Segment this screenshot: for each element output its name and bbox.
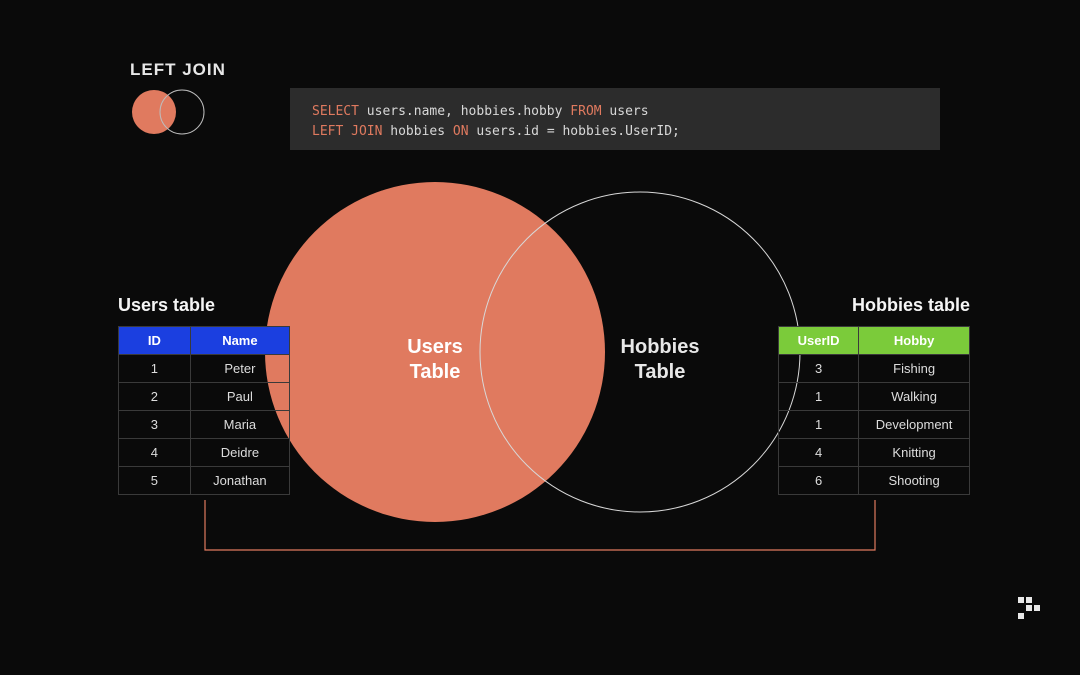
table-row: 3Fishing <box>779 355 970 383</box>
kw-select: SELECT <box>312 104 359 119</box>
table-cell: Development <box>859 411 970 439</box>
hobbies-table-block: Hobbies table UserID Hobby 3Fishing1Walk… <box>778 295 970 495</box>
table-cell: Fishing <box>859 355 970 383</box>
table-row: 4Deidre <box>119 439 290 467</box>
diagram-title: LEFT JOIN <box>130 60 226 80</box>
col-name: Name <box>190 327 289 355</box>
col-id: ID <box>119 327 191 355</box>
table-header-row: UserID Hobby <box>779 327 970 355</box>
table-row: 4Knitting <box>779 439 970 467</box>
mini-venn-diagram <box>130 88 214 136</box>
sql-from-table: users <box>602 104 649 119</box>
table-cell: 3 <box>119 411 191 439</box>
hobbies-table: UserID Hobby 3Fishing1Walking1Developmen… <box>778 326 970 495</box>
kw-from: FROM <box>570 104 601 119</box>
table-cell: Deidre <box>190 439 289 467</box>
sql-on-cond: users.id = hobbies.UserID; <box>469 124 680 139</box>
table-cell: 4 <box>779 439 859 467</box>
table-cell: Walking <box>859 383 970 411</box>
users-table-title: Users table <box>118 295 290 316</box>
table-cell: Knitting <box>859 439 970 467</box>
table-cell: 5 <box>119 467 191 495</box>
kw-left-join: LEFT JOIN <box>312 124 382 139</box>
table-cell: 6 <box>779 467 859 495</box>
table-cell: 1 <box>779 411 859 439</box>
table-cell: 2 <box>119 383 191 411</box>
table-cell: Paul <box>190 383 289 411</box>
table-row: 5Jonathan <box>119 467 290 495</box>
kw-on: ON <box>453 124 469 139</box>
table-cell: Peter <box>190 355 289 383</box>
col-userid: UserID <box>779 327 859 355</box>
table-row: 2Paul <box>119 383 290 411</box>
hobbies-table-title: Hobbies table <box>778 295 970 316</box>
table-row: 1Walking <box>779 383 970 411</box>
venn-right-line2: Table <box>590 360 730 385</box>
table-row: 1Development <box>779 411 970 439</box>
table-cell: 4 <box>119 439 191 467</box>
venn-right-line1: Hobbies <box>590 335 730 360</box>
sql-join-table: hobbies <box>382 124 452 139</box>
table-row: 6Shooting <box>779 467 970 495</box>
sql-code-block: SELECT users.name, hobbies.hobby FROM us… <box>290 88 940 150</box>
col-hobby: Hobby <box>859 327 970 355</box>
table-cell: 1 <box>779 383 859 411</box>
table-cell: Shooting <box>859 467 970 495</box>
brand-logo-icon <box>1018 597 1040 619</box>
users-table-block: Users table ID Name 1Peter2Paul3Maria4De… <box>118 295 290 495</box>
table-cell: Maria <box>190 411 289 439</box>
table-row: 1Peter <box>119 355 290 383</box>
venn-left-label: Users Table <box>375 335 495 385</box>
table-cell: 1 <box>119 355 191 383</box>
table-cell: Jonathan <box>190 467 289 495</box>
table-cell: 3 <box>779 355 859 383</box>
sql-cols: users.name, hobbies.hobby <box>359 104 570 119</box>
venn-right-label: Hobbies Table <box>590 335 730 385</box>
table-header-row: ID Name <box>119 327 290 355</box>
venn-left-line1: Users <box>375 335 495 360</box>
users-table: ID Name 1Peter2Paul3Maria4Deidre5Jonatha… <box>118 326 290 495</box>
venn-left-line2: Table <box>375 360 495 385</box>
table-row: 3Maria <box>119 411 290 439</box>
